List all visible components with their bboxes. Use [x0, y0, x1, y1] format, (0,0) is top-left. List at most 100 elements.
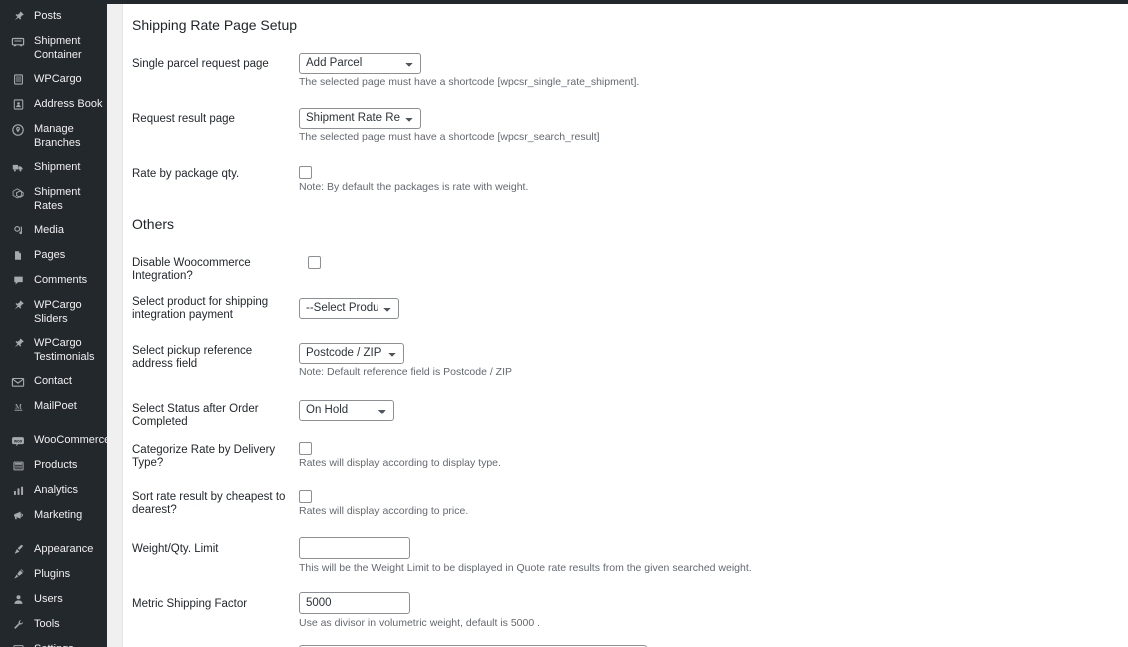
sidebar-item-tools[interactable]: Tools: [0, 612, 107, 637]
pin-icon: [9, 9, 27, 24]
sidebar-item-posts[interactable]: Posts: [0, 4, 107, 29]
sidebar-item-media[interactable]: Media: [0, 218, 107, 243]
sidebar-item-plugins[interactable]: Plugins: [0, 562, 107, 587]
checkbox-rate-by-package-qty[interactable]: [299, 166, 312, 179]
content-wrapper: Shipping Rate Page Setup Single parcel r…: [107, 4, 1128, 647]
control-select-product: --Select Product--: [299, 298, 399, 319]
pages-icon: [9, 248, 27, 263]
sidebar-item-products[interactable]: Products: [0, 453, 107, 478]
control-sort-rate: [299, 490, 312, 503]
sidebar-item-comments[interactable]: Comments: [0, 268, 107, 293]
checkbox-categorize-rate-by-delivery-type[interactable]: [299, 442, 312, 455]
sidebar-item-label: Shipment Rates: [34, 186, 81, 212]
control-rate-by-qty: [299, 166, 312, 179]
desc-rate-by-qty: Note: By default the packages is rate wi…: [299, 181, 529, 193]
sidebar-item-label: Plugins: [34, 568, 71, 580]
desc-pickup-ref: Note: Default reference field is Postcod…: [299, 366, 513, 378]
section-title-shipping: Shipping Rate Page Setup: [132, 17, 298, 33]
sidebar-item-label: Tools: [34, 618, 60, 630]
sidebar-item-woocommerce[interactable]: woo WooCommerce: [0, 428, 107, 453]
section-title-others: Others: [132, 216, 175, 232]
label-weight-limit: Weight/Qty. Limit: [132, 543, 219, 555]
label-disable-woo: Disable Woocommerce Integration?: [132, 257, 251, 282]
label-sort-rate: Sort rate result by cheapest to dearest?: [132, 491, 286, 516]
label-single-parcel: Single parcel request page: [132, 58, 269, 70]
desc-sort-rate: Rates will display according to price.: [299, 505, 469, 517]
sidebar-item-wpcargo[interactable]: WPCargo: [0, 67, 107, 92]
sidebar-item-label: WPCargo: [34, 73, 82, 85]
settings-icon: [9, 642, 27, 647]
sidebar-item-shipment-rates[interactable]: Shipment Rates: [0, 180, 107, 218]
input-metric-shipping-factor[interactable]: [299, 592, 410, 614]
desc-single-parcel: The selected page must have a shortcode …: [299, 76, 640, 88]
sidebar-item-label: Shipment: [34, 161, 81, 173]
select-single-parcel-page[interactable]: Add Parcel: [299, 53, 421, 74]
select-status-after-order-completed[interactable]: On Hold: [299, 400, 394, 421]
select-product-for-payment[interactable]: --Select Product--: [299, 298, 399, 319]
sidebar-item-label: Users: [34, 593, 63, 605]
label-categorize-rate: Categorize Rate by Delivery Type?: [132, 444, 276, 469]
label-pickup-ref: Select pickup reference address field: [132, 345, 253, 370]
svg-text:woo: woo: [13, 438, 23, 443]
users-icon: [9, 592, 27, 607]
sidebar-item-label: WPCargo Testimonials: [34, 337, 95, 363]
media-icon: [9, 223, 27, 238]
sidebar-item-label: Appearance: [34, 543, 94, 555]
sidebar-item-label: WooCommerce: [34, 434, 107, 446]
sidebar-item-wpcargo-testimonials[interactable]: WPCargo Testimonials: [0, 331, 107, 369]
pin-icon: [9, 336, 27, 351]
pin-icon: [9, 298, 27, 313]
checkbox-disable-woocommerce-integration[interactable]: [308, 256, 321, 269]
sidebar-item-shipment[interactable]: Shipment: [0, 155, 107, 180]
megaphone-icon: [9, 508, 27, 523]
sidebar-item-label: Marketing: [34, 509, 83, 521]
products-icon: [9, 458, 27, 473]
desc-request-result: The selected page must have a shortcode …: [299, 131, 600, 143]
sidebar-item-label: Shipment Container: [34, 35, 82, 61]
select-request-result-page[interactable]: Shipment Rate Result: [299, 108, 421, 129]
select-pickup-reference-field[interactable]: Postcode / ZIP: [299, 343, 404, 364]
label-status-after-order: Select Status after Order Completed: [132, 403, 259, 428]
sidebar-item-wpcargo-sliders[interactable]: WPCargo Sliders: [0, 293, 107, 331]
comments-icon: [9, 273, 27, 288]
woocommerce-icon: woo: [9, 433, 27, 448]
sidebar-item-label: Settings: [34, 642, 107, 647]
sidebar-item-address-book[interactable]: Address Book: [0, 92, 107, 117]
control-metric-factor: [299, 592, 410, 614]
sidebar-item-label: Pages: [34, 249, 66, 261]
sidebar-item-analytics[interactable]: Analytics: [0, 478, 107, 503]
control-pickup-ref: Postcode / ZIP: [299, 343, 404, 364]
sidebar-item-label: Posts: [34, 10, 62, 22]
label-select-product: Select product for shipping integration …: [132, 296, 269, 321]
control-status-after-order: On Hold: [299, 400, 394, 421]
sidebar-item-users[interactable]: Users: [0, 587, 107, 612]
sidebar-item-settings[interactable]: Settings: [0, 637, 107, 647]
admin-sidebar-menu[interactable]: Posts Shipment Container WPCargo Address Bo…: [0, 0, 107, 647]
control-categorize-rate: [299, 442, 312, 455]
sidebar-item-label: Analytics: [34, 484, 79, 496]
desc-weight-limit: This will be the Weight Limit to be disp…: [299, 562, 752, 574]
sidebar-item-label: Comments: [34, 274, 88, 286]
sidebar-item-pages[interactable]: Pages: [0, 243, 107, 268]
sidebar-item-marketing[interactable]: Marketing: [0, 503, 107, 528]
sidebar-item-contact[interactable]: Contact: [0, 369, 107, 394]
sidebar-item-shipment-container[interactable]: Shipment Container: [0, 29, 107, 67]
label-request-result: Request result page: [132, 113, 235, 125]
checkbox-sort-rate-cheapest-to-dearest[interactable]: [299, 490, 312, 503]
control-weight-limit: [299, 537, 410, 559]
rates-icon: [9, 185, 27, 200]
sidebar-item-appearance[interactable]: Appearance: [0, 537, 107, 562]
book-icon: [9, 72, 27, 87]
label-metric-factor: Metric Shipping Factor: [132, 598, 248, 610]
input-weight-qty-limit[interactable]: [299, 537, 410, 559]
settings-panel: Shipping Rate Page Setup Single parcel r…: [122, 4, 1128, 647]
address-book-icon: [9, 97, 27, 112]
svg-text:M: M: [15, 402, 22, 411]
sidebar-item-mailpoet[interactable]: M MailPoet: [0, 394, 107, 419]
location-pin-circle-icon: [9, 122, 27, 137]
tools-icon: [9, 617, 27, 632]
desc-metric-factor: Use as divisor in volumetric weight, def…: [299, 617, 541, 629]
mailpoet-icon: M: [9, 399, 27, 414]
sidebar-item-manage-branches[interactable]: Manage Branches: [0, 117, 107, 155]
sidebar-item-label: Contact: [34, 375, 72, 387]
